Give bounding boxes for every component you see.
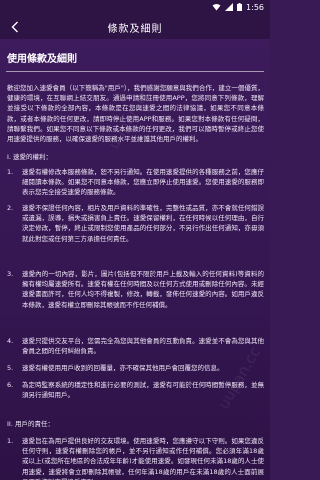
list-item: 3. 速愛內的一切內容，影片，圖片(包括但不限於用戶上載及輸入的任何資料)等資料…	[7, 269, 264, 331]
section-title: II. 用戶的責任：	[7, 420, 54, 428]
section-title: I. 速愛的權利：	[7, 153, 53, 161]
list-item: 1. 速愛旨在為用戶提供良好的交友環境。使用速愛時，您應遵守以下守則。如果您違反…	[7, 436, 264, 480]
item-number: 4.	[7, 337, 14, 345]
list-item: 5. 速愛有權使用用戶收到的回覆量，亦不確保其他用戶會回覆您的信息。	[7, 363, 264, 374]
back-button[interactable]	[7, 19, 23, 35]
item-text: 速愛有權修改本服務條款，恕不另行通知。在使用速愛提供的各種服務之前，您應仔細閱讀…	[22, 168, 264, 197]
item-number: 3.	[7, 270, 14, 278]
item-text: 速愛旨在為用戶提供良好的交友環境。使用速愛時，您應遵守以下守則。如果您違反任何守…	[22, 437, 264, 480]
item-number: 1.	[7, 168, 14, 176]
intro-paragraph: 歡迎您加入速愛會員（以下簡稱為"用戶"），我們感謝您願意與我們合作，建立一個優質…	[7, 84, 264, 144]
app-bar: 條款及細則	[0, 15, 270, 39]
item-number: 1.	[7, 437, 14, 445]
item-number: 2.	[7, 204, 14, 212]
terms-content[interactable]: 使用條款及細則 歡迎您加入速愛會員（以下簡稱為"用戶"），我們感謝您願意與我們合…	[0, 39, 270, 480]
list-item: 2. 速愛不保證任何內容，相片及用戶資料的準確性，完整性或品質，亦不會就任何錯誤…	[7, 203, 264, 265]
item-number: 5.	[7, 364, 14, 372]
signal-icon	[225, 2, 234, 13]
battery-icon	[237, 2, 243, 13]
list-item: 4. 速愛只提供交友平台，您需完全為您與其他會員的互動負責。速愛並不會為您與其他…	[7, 336, 264, 357]
chevron-left-icon	[11, 21, 18, 33]
divider	[6, 71, 264, 72]
status-icons: 1:56	[212, 2, 264, 13]
wifi-icon	[212, 3, 221, 13]
doc-heading: 使用條款及細則	[7, 54, 77, 65]
status-time: 1:56	[246, 3, 264, 12]
item-text: 速愛不保證任何內容，相片及用戶資料的準確性，完整性或品質，亦不會就任何錯誤或遺漏…	[22, 204, 264, 243]
page-title: 條款及細則	[107, 23, 163, 35]
item-text: 速愛只提供交友平台，您需完全為您與其他會員的互動負責。速愛並不會為您與其他會員之…	[22, 337, 264, 356]
item-text: 為定時監察系統的穩定性和進行必要的測試，速愛有可能於任何時間暫停服務，並無須另行…	[22, 381, 264, 400]
status-bar: 1:56	[0, 0, 270, 15]
list-item: 1. 速愛有權修改本服務條款，恕不另行通知。在使用速愛提供的各種服務之前，您應仔…	[7, 167, 264, 199]
list-item: 6. 為定時監察系統的穩定性和進行必要的測試，速愛有可能於任何時間暫停服務，並無…	[7, 380, 264, 401]
item-number: 6.	[7, 381, 14, 389]
item-text: 速愛有權使用用戶收到的回覆量，亦不確保其他用戶會回覆您的信息。	[22, 364, 224, 372]
item-text: 速愛內的一切內容，影片，圖片(包括但不限於用戶上載及輸入的任何資料)等資料的擁有…	[22, 270, 264, 309]
